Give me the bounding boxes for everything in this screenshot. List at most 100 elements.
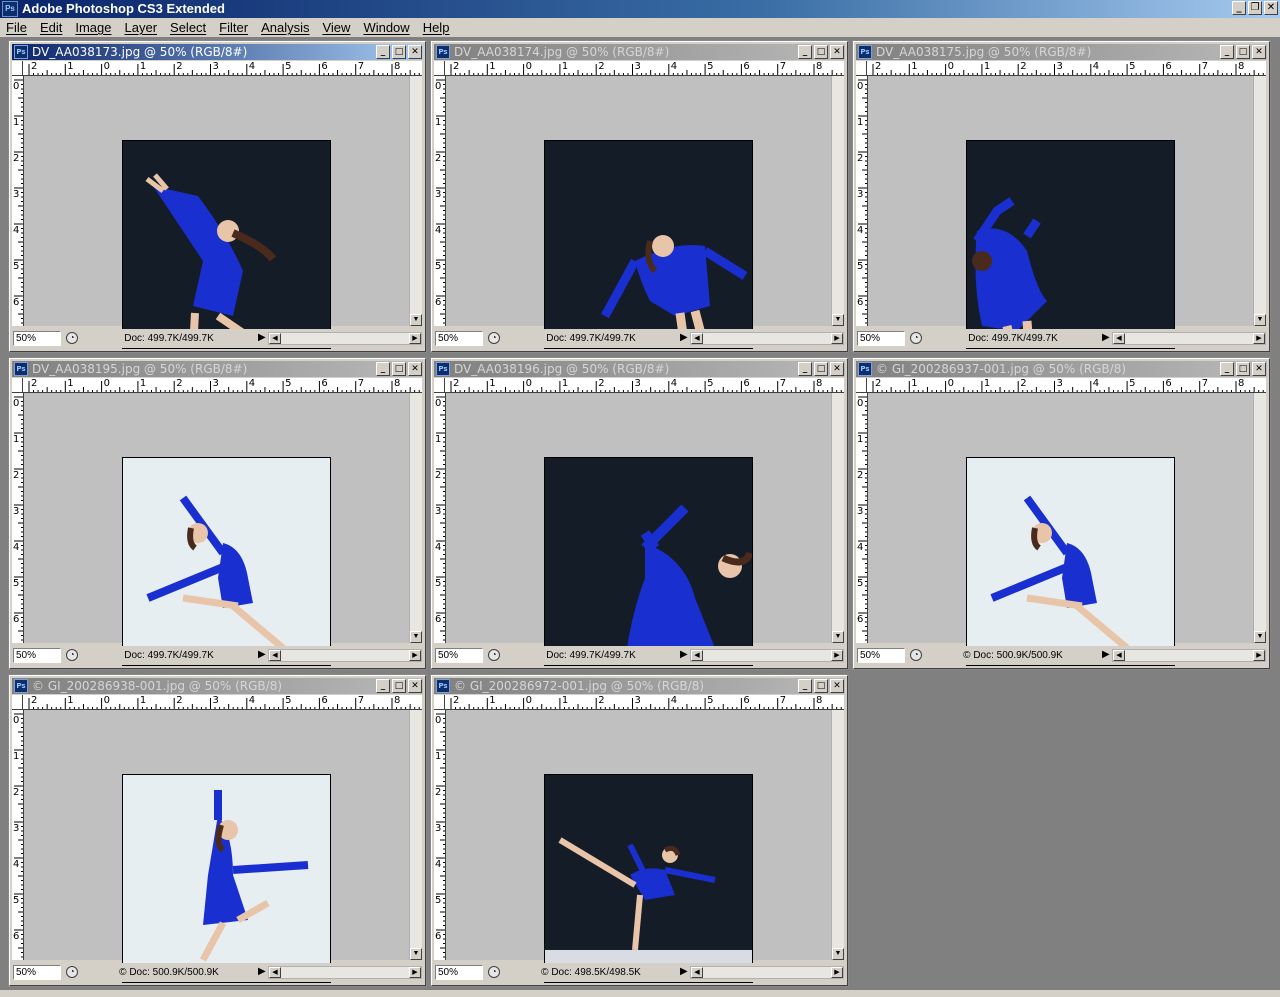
status-menu-arrow-icon[interactable]: ▶ bbox=[1102, 649, 1110, 661]
ruler-origin[interactable] bbox=[856, 378, 867, 393]
document-photo[interactable] bbox=[122, 457, 331, 666]
zoom-icon[interactable]: ◔ bbox=[488, 332, 500, 344]
document-minimize-button[interactable]: _ bbox=[798, 362, 812, 376]
scroll-left-arrow-icon[interactable]: ◀ bbox=[691, 650, 703, 661]
scroll-down-arrow-icon[interactable]: ▼ bbox=[1254, 631, 1266, 643]
scroll-down-arrow-icon[interactable]: ▼ bbox=[832, 314, 844, 326]
zoom-icon[interactable]: ◔ bbox=[488, 966, 500, 978]
scroll-down-arrow-icon[interactable]: ▼ bbox=[410, 631, 422, 643]
horizontal-ruler[interactable]: 2 1 0 1 2 3 4 5 6 7 8 bbox=[23, 61, 422, 76]
scroll-right-arrow-icon[interactable]: ▶ bbox=[409, 967, 421, 978]
horizontal-ruler[interactable]: 2 1 0 1 2 3 4 5 6 7 8 bbox=[445, 378, 844, 393]
vertical-scrollbar[interactable]: ▼ bbox=[831, 710, 844, 960]
zoom-level-field[interactable]: 50% bbox=[857, 648, 905, 663]
status-menu-arrow-icon[interactable]: ▶ bbox=[258, 649, 266, 661]
vertical-ruler[interactable]: 0 1 2 3 4 5 6 bbox=[856, 393, 868, 643]
scroll-left-arrow-icon[interactable]: ◀ bbox=[1113, 650, 1125, 661]
document-photo[interactable] bbox=[122, 774, 331, 983]
scroll-down-arrow-icon[interactable]: ▼ bbox=[410, 314, 422, 326]
document-window-1[interactable]: Ps DV_AA038173.jpg @ 50% (RGB/8#) _ □ ✕ … bbox=[8, 40, 427, 353]
horizontal-ruler[interactable]: 2 1 0 1 2 3 4 5 6 7 8 bbox=[867, 61, 1266, 76]
menu-help[interactable]: Help bbox=[416, 18, 456, 37]
document-maximize-button[interactable]: □ bbox=[814, 362, 828, 376]
document-close-button[interactable]: ✕ bbox=[830, 45, 844, 59]
scroll-left-arrow-icon[interactable]: ◀ bbox=[691, 967, 703, 978]
zoom-icon[interactable]: ◔ bbox=[66, 966, 78, 978]
horizontal-scrollbar[interactable]: ◀ ▶ bbox=[1112, 332, 1266, 345]
document-photo[interactable] bbox=[544, 774, 753, 983]
scroll-down-arrow-icon[interactable]: ▼ bbox=[832, 948, 844, 960]
document-maximize-button[interactable]: □ bbox=[1236, 45, 1250, 59]
scroll-left-arrow-icon[interactable]: ◀ bbox=[269, 333, 281, 344]
zoom-level-field[interactable]: 50% bbox=[857, 331, 905, 346]
app-title-bar[interactable]: Ps Adobe Photoshop CS3 Extended _ ❐ ✕ bbox=[0, 0, 1280, 18]
vertical-ruler[interactable]: 0 1 2 3 4 5 6 bbox=[434, 710, 446, 960]
document-title-bar[interactable]: Ps © GI_200286972-001.jpg @ 50% (RGB/8) … bbox=[434, 678, 845, 694]
scroll-down-arrow-icon[interactable]: ▼ bbox=[410, 948, 422, 960]
document-maximize-button[interactable]: □ bbox=[392, 45, 406, 59]
horizontal-scrollbar[interactable]: ◀ ▶ bbox=[690, 649, 844, 662]
zoom-icon[interactable]: ◔ bbox=[488, 649, 500, 661]
ruler-origin[interactable] bbox=[12, 695, 23, 710]
zoom-level-field[interactable]: 50% bbox=[435, 648, 483, 663]
canvas-area[interactable] bbox=[446, 393, 831, 666]
zoom-icon[interactable]: ◔ bbox=[910, 332, 922, 344]
document-photo[interactable] bbox=[966, 457, 1175, 666]
document-close-button[interactable]: ✕ bbox=[408, 679, 422, 693]
menu-window[interactable]: Window bbox=[356, 18, 415, 37]
canvas-area[interactable] bbox=[868, 393, 1253, 666]
document-minimize-button[interactable]: _ bbox=[376, 362, 390, 376]
horizontal-scrollbar[interactable]: ◀ ▶ bbox=[268, 649, 422, 662]
horizontal-ruler[interactable]: 2 1 0 1 2 3 4 5 6 7 8 bbox=[23, 695, 422, 710]
zoom-icon[interactable]: ◔ bbox=[910, 649, 922, 661]
menu-image[interactable]: Image bbox=[68, 18, 117, 37]
document-minimize-button[interactable]: _ bbox=[798, 679, 812, 693]
vertical-scrollbar[interactable]: ▼ bbox=[409, 393, 422, 643]
horizontal-ruler[interactable]: 2 1 0 1 2 3 4 5 6 7 8 bbox=[867, 378, 1266, 393]
document-close-button[interactable]: ✕ bbox=[830, 679, 844, 693]
document-photo[interactable] bbox=[544, 457, 753, 666]
zoom-icon[interactable]: ◔ bbox=[66, 332, 78, 344]
scroll-left-arrow-icon[interactable]: ◀ bbox=[269, 967, 281, 978]
document-title-bar[interactable]: Ps DV_AA038196.jpg @ 50% (RGB/8#) _ □ ✕ bbox=[434, 361, 845, 377]
vertical-scrollbar[interactable]: ▼ bbox=[409, 710, 422, 960]
menu-analysis[interactable]: Analysis bbox=[254, 18, 315, 37]
status-menu-arrow-icon[interactable]: ▶ bbox=[258, 332, 266, 344]
vertical-ruler[interactable]: 0 1 2 3 4 5 6 bbox=[856, 76, 868, 326]
ruler-origin[interactable] bbox=[856, 61, 867, 76]
scroll-left-arrow-icon[interactable]: ◀ bbox=[691, 333, 703, 344]
canvas-area[interactable] bbox=[446, 76, 831, 349]
document-minimize-button[interactable]: _ bbox=[376, 45, 390, 59]
menu-view[interactable]: View bbox=[315, 18, 356, 37]
zoom-level-field[interactable]: 50% bbox=[13, 965, 61, 980]
horizontal-scrollbar[interactable]: ◀ ▶ bbox=[690, 966, 844, 979]
status-menu-arrow-icon[interactable]: ▶ bbox=[680, 332, 688, 344]
app-restore-button[interactable]: ❐ bbox=[1248, 1, 1262, 15]
ruler-origin[interactable] bbox=[434, 378, 445, 393]
vertical-scrollbar[interactable]: ▼ bbox=[831, 76, 844, 326]
document-window-5[interactable]: Ps DV_AA038196.jpg @ 50% (RGB/8#) _ □ ✕ … bbox=[430, 357, 849, 670]
status-menu-arrow-icon[interactable]: ▶ bbox=[1102, 332, 1110, 344]
document-window-8[interactable]: Ps © GI_200286972-001.jpg @ 50% (RGB/8) … bbox=[430, 674, 849, 987]
vertical-scrollbar[interactable]: ▼ bbox=[831, 393, 844, 643]
document-title-bar[interactable]: Ps © GI_200286938-001.jpg @ 50% (RGB/8) … bbox=[12, 678, 423, 694]
vertical-ruler[interactable]: 0 1 2 3 4 5 6 bbox=[434, 393, 446, 643]
scroll-right-arrow-icon[interactable]: ▶ bbox=[1253, 650, 1265, 661]
horizontal-scrollbar[interactable]: ◀ ▶ bbox=[268, 332, 422, 345]
document-close-button[interactable]: ✕ bbox=[1252, 362, 1266, 376]
horizontal-ruler[interactable]: 2 1 0 1 2 3 4 5 6 7 8 bbox=[445, 61, 844, 76]
document-photo[interactable] bbox=[966, 140, 1175, 349]
vertical-ruler[interactable]: 0 1 2 3 4 5 6 bbox=[12, 76, 24, 326]
zoom-level-field[interactable]: 50% bbox=[13, 648, 61, 663]
document-close-button[interactable]: ✕ bbox=[830, 362, 844, 376]
scroll-right-arrow-icon[interactable]: ▶ bbox=[1253, 333, 1265, 344]
vertical-scrollbar[interactable]: ▼ bbox=[1253, 393, 1266, 643]
document-maximize-button[interactable]: □ bbox=[1236, 362, 1250, 376]
document-minimize-button[interactable]: _ bbox=[798, 45, 812, 59]
horizontal-scrollbar[interactable]: ◀ ▶ bbox=[268, 966, 422, 979]
document-maximize-button[interactable]: □ bbox=[814, 45, 828, 59]
menu-filter[interactable]: Filter bbox=[212, 18, 254, 37]
menu-edit[interactable]: Edit bbox=[33, 18, 68, 37]
document-maximize-button[interactable]: □ bbox=[392, 362, 406, 376]
app-close-button[interactable]: ✕ bbox=[1264, 1, 1278, 15]
